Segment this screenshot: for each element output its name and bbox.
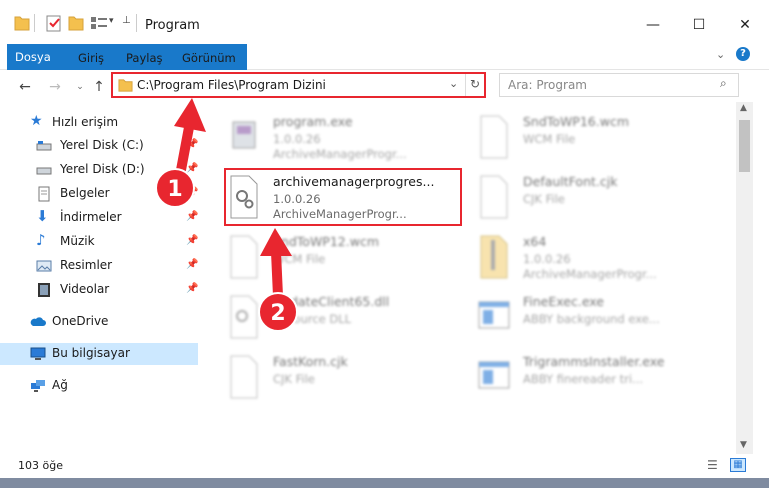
sidebar-item-music[interactable]: ♪ Müzik 📌 (0, 231, 198, 253)
explorer-window: ▾ ⊥ Program — ☐ ✕ Dosya Giriş Paylaş Gör… (0, 0, 769, 488)
video-icon (38, 283, 50, 297)
address-bar[interactable]: C:\Program Files\Program Dizini ⌄ ↻ (111, 72, 486, 98)
pin-icon: 📌 (186, 283, 199, 294)
address-path: C:\Program Files\Program Dizini (137, 78, 326, 92)
app-window-icon (478, 301, 510, 329)
maximize-button[interactable]: ☐ (676, 12, 722, 38)
item-count: 103 öğe (18, 459, 63, 472)
list-item[interactable]: SndToWP16.wcm WCM File (455, 110, 695, 166)
view-icon[interactable] (90, 14, 108, 32)
folder-icon (14, 16, 30, 31)
vertical-scrollbar[interactable]: ▲ ▼ (736, 102, 753, 454)
list-item[interactable]: x64 1.0.0.26 ArchiveManagerProgr... (455, 230, 695, 286)
download-icon: ⬇ (36, 207, 49, 225)
documents-icon (38, 186, 50, 202)
scroll-thumb[interactable] (739, 120, 750, 172)
divider (136, 14, 137, 32)
drive-icon (36, 141, 52, 151)
scroll-up-icon[interactable]: ▲ (740, 103, 747, 113)
forward-button[interactable]: → (45, 77, 65, 97)
divider (465, 74, 466, 96)
cloud-icon (30, 317, 46, 326)
step-badge-1: 1 (155, 168, 195, 208)
list-item[interactable]: DefaultFont.cjk CJK File (455, 170, 695, 226)
close-button[interactable]: ✕ (722, 12, 768, 38)
sidebar-item-disk-c[interactable]: Yerel Disk (C:) 📌 (0, 135, 198, 157)
music-icon: ♪ (36, 231, 46, 249)
recent-locations-icon[interactable]: ⌄ (70, 77, 90, 97)
folder-icon (118, 79, 133, 92)
chevron-down-icon[interactable]: ▾ (109, 16, 114, 34)
list-item[interactable]: UpdateClient65.dll Resource DLL (205, 290, 445, 346)
file-icon (230, 235, 258, 279)
pictures-icon (36, 260, 52, 272)
list-item[interactable]: FastKorn.cjk CJK File (205, 350, 445, 406)
tab-home[interactable]: Giriş (68, 46, 114, 70)
pin-icon: 📌 (186, 259, 199, 270)
search-icon: ⌕ (720, 76, 727, 90)
address-dropdown-icon[interactable]: ⌄ (449, 77, 458, 90)
list-item[interactable]: program.exe 1.0.0.26 ArchiveManagerProgr… (205, 110, 445, 166)
status-bar: 103 öğe ☰ ▦ (0, 454, 769, 478)
minimize-button[interactable]: — (630, 12, 676, 38)
details-view-icon[interactable]: ☰ (707, 458, 718, 472)
star-icon: ★ (30, 113, 43, 129)
sidebar-item-network[interactable]: Ağ (0, 375, 198, 397)
scroll-down-icon[interactable]: ▼ (740, 440, 747, 450)
back-button[interactable]: ← (15, 77, 35, 97)
sidebar-item-downloads[interactable]: ⬇ İndirmeler 📌 (0, 207, 198, 229)
list-item[interactable]: SndToWP12.wcm WCM File (205, 230, 445, 286)
sidebar-item-quick-access[interactable]: ★ Hızlı erişim (0, 112, 198, 134)
step-badge-2: 2 (258, 292, 298, 332)
refresh-icon[interactable]: ↻ (470, 77, 480, 91)
file-icon (230, 355, 258, 399)
navigation-pane: ★ Hızlı erişim Yerel Disk (C:) 📌 Yerel D… (0, 104, 200, 454)
highlight-box (224, 168, 462, 226)
computer-icon (30, 347, 46, 360)
search-box[interactable]: Ara: Program ⌕ (499, 73, 739, 97)
up-button[interactable]: ↑ (89, 77, 109, 97)
search-input[interactable]: Ara: Program (508, 78, 587, 92)
pin-icon: 📌 (186, 235, 199, 246)
program-icon (232, 121, 256, 149)
file-icon (480, 175, 508, 219)
ribbon: Dosya Giriş Paylaş Görünüm ⌄ ? (0, 40, 769, 70)
app-window-icon (478, 361, 510, 389)
desktop-background (0, 478, 769, 488)
network-icon (31, 380, 45, 392)
properties-icon[interactable] (46, 14, 62, 32)
tiles-view-icon[interactable]: ▦ (730, 458, 746, 472)
tab-view[interactable]: Görünüm (172, 46, 246, 70)
sidebar-item-onedrive[interactable]: OneDrive (0, 311, 198, 333)
dll-icon (230, 295, 258, 339)
help-icon[interactable]: ? (736, 47, 750, 61)
pin-icon: 📌 (186, 139, 199, 150)
title-bar: ▾ ⊥ Program — ☐ ✕ (0, 0, 769, 40)
customize-toolbar-icon[interactable]: ⊥ (122, 15, 131, 33)
archive-icon (480, 235, 508, 279)
tab-share[interactable]: Paylaş (116, 46, 173, 70)
expand-ribbon-icon[interactable]: ⌄ (716, 48, 725, 61)
new-folder-icon[interactable] (68, 14, 84, 32)
sidebar-item-pictures[interactable]: Resimler 📌 (0, 255, 198, 277)
file-list: program.exe 1.0.0.26 ArchiveManagerProgr… (205, 104, 735, 454)
sidebar-item-this-pc[interactable]: Bu bilgisayar (0, 343, 198, 365)
list-item[interactable]: FineExec.exe ABBY background exe... (455, 290, 695, 346)
sidebar-item-videos[interactable]: Videolar 📌 (0, 279, 198, 301)
pin-icon: 📌 (186, 211, 199, 222)
file-icon (480, 115, 508, 159)
window-title: Program (145, 18, 200, 33)
divider (34, 14, 35, 32)
list-item[interactable]: TrigrammsInstaller.exe ABBY finereader t… (455, 350, 695, 406)
drive-icon (36, 167, 52, 175)
